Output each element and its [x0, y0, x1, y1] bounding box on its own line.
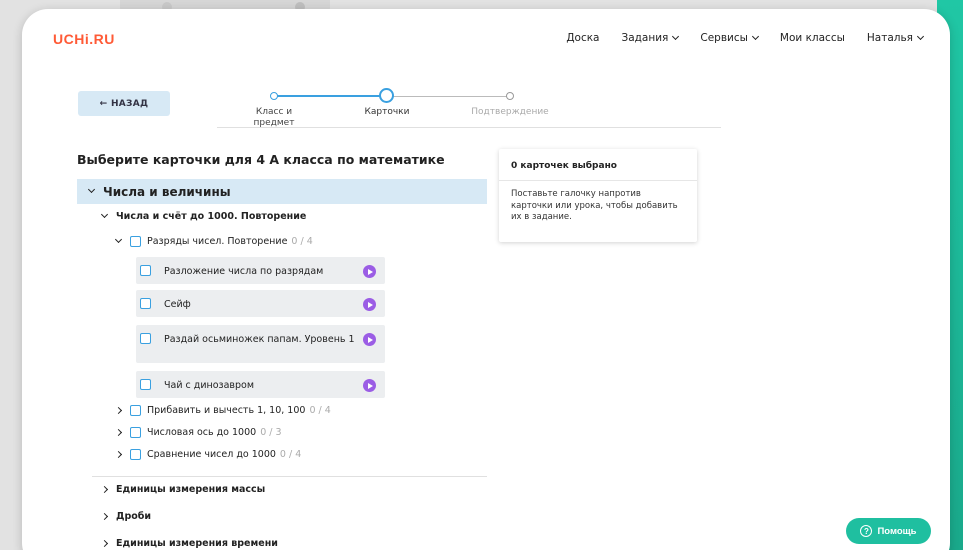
- chevron-down-icon: [100, 210, 109, 219]
- back-button[interactable]: ← НАЗАД: [78, 91, 170, 116]
- nav-tasks[interactable]: Задания: [621, 32, 680, 44]
- subsection-label: Дроби: [116, 511, 152, 522]
- step-dot-done: [270, 92, 278, 100]
- topic-count: 0 / 4: [291, 236, 313, 247]
- stepper-line-upcoming: [386, 95, 510, 97]
- topic-label: Прибавить и вычесть 1, 10, 100: [147, 405, 306, 416]
- lesson-label: Раздай осьминожек папам. Уровень 1: [164, 334, 355, 345]
- logo[interactable]: UCHi.RU: [53, 31, 115, 47]
- stepper-divider: [217, 127, 721, 128]
- subsection-label: Единицы измерения времени: [116, 538, 278, 549]
- lesson-card[interactable]: Раздай осьминожек папам. Уровень 1: [136, 325, 385, 363]
- subsection-time-units[interactable]: Единицы измерения времени: [100, 538, 278, 549]
- subsection-label: Единицы измерения массы: [116, 484, 266, 495]
- stepper-line-done: [274, 95, 386, 97]
- play-icon[interactable]: [363, 265, 376, 278]
- topic-count: 0 / 4: [309, 405, 331, 416]
- nav-label: Доска: [566, 32, 600, 44]
- topic-checkbox[interactable]: [130, 405, 141, 416]
- chevron-right-icon: [100, 512, 109, 521]
- topic-row[interactable]: Числовая ось до 1000 0 / 3: [114, 427, 282, 438]
- main-card: UCHi.RU Доска Задания Сервисы Мои классы…: [22, 9, 950, 550]
- topic-label: Сравнение чисел до 1000: [147, 449, 276, 460]
- nav-label: Наталья: [866, 32, 913, 44]
- selection-hint: Поставьте галочку напротив карточки или …: [511, 189, 678, 222]
- divider: [92, 476, 487, 477]
- lesson-card[interactable]: Разложение числа по разрядам: [136, 257, 385, 284]
- step-dot-current: [379, 88, 394, 103]
- question-icon: ?: [860, 525, 873, 537]
- subsection-mass-units[interactable]: Единицы измерения массы: [100, 484, 266, 495]
- selection-panel: 0 карточек выбрано Поставьте галочку нап…: [499, 149, 697, 242]
- nav-label: Задания: [621, 32, 669, 44]
- nav-label: Сервисы: [700, 32, 748, 44]
- play-icon[interactable]: [363, 298, 376, 311]
- chevron-right-icon[interactable]: [114, 450, 123, 459]
- lesson-checkbox[interactable]: [140, 265, 151, 276]
- lesson-card[interactable]: Чай с динозавром: [136, 371, 385, 398]
- subsection-numbers-to-1000[interactable]: Числа и счёт до 1000. Повторение: [100, 210, 307, 222]
- section-label: Числа и величины: [103, 184, 231, 199]
- lesson-checkbox[interactable]: [140, 333, 151, 344]
- lesson-checkbox[interactable]: [140, 298, 151, 309]
- chevron-right-icon: [100, 539, 109, 548]
- topic-checkbox[interactable]: [130, 449, 141, 460]
- topic-row[interactable]: Разряды чисел. Повторение 0 / 4: [114, 235, 313, 247]
- selection-count: 0 карточек выбрано: [499, 149, 697, 181]
- section-numbers-and-values[interactable]: Числа и величины: [77, 179, 487, 204]
- lesson-label: Чай с динозавром: [164, 380, 255, 391]
- lesson-card[interactable]: Сейф: [136, 290, 385, 317]
- play-icon[interactable]: [363, 333, 376, 346]
- step-label-confirm: Подтверждение: [471, 107, 549, 117]
- chevron-down-icon: [751, 32, 759, 41]
- lesson-label: Разложение числа по разрядам: [164, 266, 324, 277]
- nav-services[interactable]: Сервисы: [700, 32, 759, 44]
- topic-checkbox[interactable]: [130, 427, 141, 438]
- chevron-down-icon: [672, 32, 680, 41]
- play-icon[interactable]: [363, 379, 376, 392]
- top-nav: Доска Задания Сервисы Мои классы Наталья: [544, 32, 925, 44]
- chevron-down-icon[interactable]: [114, 235, 123, 244]
- nav-board[interactable]: Доска: [566, 32, 599, 44]
- topic-row[interactable]: Прибавить и вычесть 1, 10, 100 0 / 4: [114, 405, 331, 416]
- lesson-checkbox[interactable]: [140, 379, 151, 390]
- step-dot-upcoming: [506, 92, 514, 100]
- help-label: Помощь: [877, 525, 917, 537]
- subsection-fractions[interactable]: Дроби: [100, 511, 152, 522]
- nav-label: Мои классы: [779, 32, 845, 44]
- topic-label: Числовая ось до 1000: [147, 427, 257, 438]
- topic-count: 0 / 4: [279, 449, 302, 460]
- help-button[interactable]: ? Помощь: [846, 518, 931, 544]
- topic-row[interactable]: Сравнение чисел до 1000 0 / 4: [114, 449, 302, 460]
- page-title: Выберите карточки для 4 А класса по мате…: [77, 152, 445, 167]
- chevron-right-icon[interactable]: [114, 406, 123, 415]
- chevron-down-icon: [87, 185, 96, 194]
- nav-user-menu[interactable]: Наталья: [866, 32, 925, 44]
- step-label-class: Класс и предмет: [253, 107, 295, 128]
- chevron-down-icon: [916, 32, 925, 41]
- lesson-label: Сейф: [164, 299, 191, 310]
- topic-checkbox[interactable]: [130, 236, 141, 247]
- chevron-right-icon: [100, 485, 109, 494]
- stepper: Класс и предмет Карточки Подтверждение: [252, 87, 582, 137]
- nav-my-classes[interactable]: Мои классы: [780, 32, 845, 44]
- topic-label: Разряды чисел. Повторение: [147, 236, 288, 247]
- subsection-label: Числа и счёт до 1000. Повторение: [116, 211, 307, 222]
- chevron-right-icon[interactable]: [114, 428, 123, 437]
- topic-count: 0 / 3: [260, 427, 282, 438]
- step-label-cards: Карточки: [364, 107, 410, 117]
